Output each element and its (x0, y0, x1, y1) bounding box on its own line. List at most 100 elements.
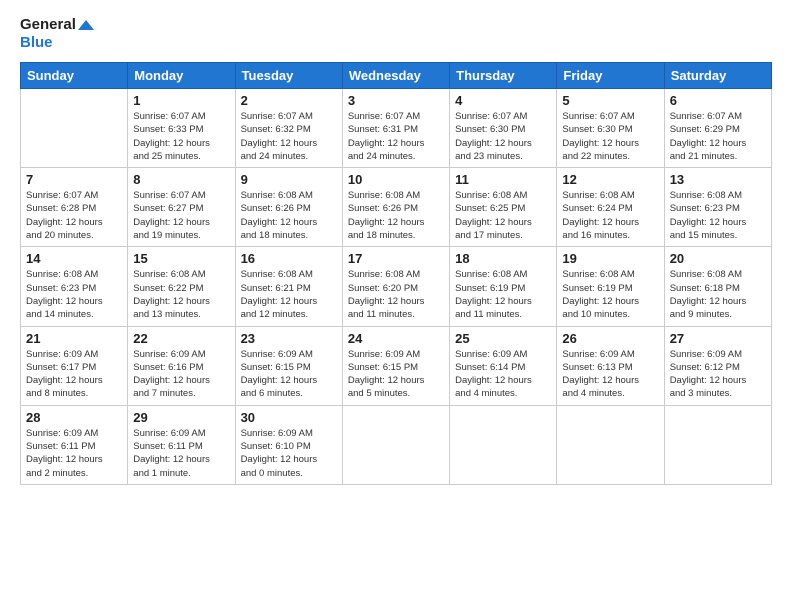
calendar-cell: 1 Sunrise: 6:07 AM Sunset: 6:33 PM Daylig… (128, 89, 235, 168)
day-info: Sunrise: 6:09 AM Sunset: 6:10 PM Dayligh… (241, 427, 337, 480)
calendar-cell: 18 Sunrise: 6:08 AM Sunset: 6:19 PM Dayli… (450, 247, 557, 326)
calendar-cell: 6 Sunrise: 6:07 AM Sunset: 6:29 PM Daylig… (664, 89, 771, 168)
day-number: 3 (348, 93, 444, 108)
day-info: Sunrise: 6:07 AM Sunset: 6:27 PM Dayligh… (133, 189, 229, 242)
calendar-cell (557, 405, 664, 484)
calendar-cell: 5 Sunrise: 6:07 AM Sunset: 6:30 PM Daylig… (557, 89, 664, 168)
day-number: 14 (26, 251, 122, 266)
calendar-cell: 29Sunrise: 6:09 AM Sunset: 6:11 PM Dayli… (128, 405, 235, 484)
calendar-day-header: Tuesday (235, 63, 342, 89)
day-info: Sunrise: 6:08 AM Sunset: 6:25 PM Dayligh… (455, 189, 551, 242)
day-number: 1 (133, 93, 229, 108)
day-info: Sunrise: 6:08 AM Sunset: 6:18 PM Dayligh… (670, 268, 766, 321)
day-number: 9 (241, 172, 337, 187)
day-number: 10 (348, 172, 444, 187)
day-info: Sunrise: 6:07 AM Sunset: 6:28 PM Dayligh… (26, 189, 122, 242)
calendar-week-row: 1 Sunrise: 6:07 AM Sunset: 6:33 PM Daylig… (21, 89, 772, 168)
day-number: 19 (562, 251, 658, 266)
day-info: Sunrise: 6:08 AM Sunset: 6:26 PM Dayligh… (348, 189, 444, 242)
day-number: 18 (455, 251, 551, 266)
calendar-week-row: 21 Sunrise: 6:09 AM Sunset: 6:17 PM Dayli… (21, 326, 772, 405)
day-info: Sunrise: 6:09 AM Sunset: 6:11 PM Dayligh… (26, 427, 122, 480)
day-number: 30 (241, 410, 337, 425)
calendar-cell: 17 Sunrise: 6:08 AM Sunset: 6:20 PM Dayli… (342, 247, 449, 326)
day-number: 26 (562, 331, 658, 346)
calendar-cell: 12 Sunrise: 6:08 AM Sunset: 6:24 PM Dayli… (557, 168, 664, 247)
day-info: Sunrise: 6:08 AM Sunset: 6:20 PM Dayligh… (348, 268, 444, 321)
calendar-week-row: 14 Sunrise: 6:08 AM Sunset: 6:23 PM Dayli… (21, 247, 772, 326)
day-info: Sunrise: 6:08 AM Sunset: 6:22 PM Dayligh… (133, 268, 229, 321)
day-number: 23 (241, 331, 337, 346)
day-number: 4 (455, 93, 551, 108)
day-number: 8 (133, 172, 229, 187)
calendar-day-header: Saturday (664, 63, 771, 89)
calendar-cell: 14 Sunrise: 6:08 AM Sunset: 6:23 PM Dayli… (21, 247, 128, 326)
day-number: 27 (670, 331, 766, 346)
day-number: 15 (133, 251, 229, 266)
day-info: Sunrise: 6:09 AM Sunset: 6:17 PM Dayligh… (26, 348, 122, 401)
day-number: 6 (670, 93, 766, 108)
day-info: Sunrise: 6:09 AM Sunset: 6:12 PM Dayligh… (670, 348, 766, 401)
calendar-table: SundayMondayTuesdayWednesdayThursdayFrid… (20, 62, 772, 485)
calendar-day-header: Monday (128, 63, 235, 89)
calendar-cell: 28 Sunrise: 6:09 AM Sunset: 6:11 PM Dayli… (21, 405, 128, 484)
calendar-cell: 8 Sunrise: 6:07 AM Sunset: 6:27 PM Daylig… (128, 168, 235, 247)
day-info: Sunrise: 6:08 AM Sunset: 6:19 PM Dayligh… (455, 268, 551, 321)
calendar-cell: 10 Sunrise: 6:08 AM Sunset: 6:26 PM Dayli… (342, 168, 449, 247)
logo: General Blue (20, 16, 94, 52)
calendar-cell: 30 Sunrise: 6:09 AM Sunset: 6:10 PM Dayli… (235, 405, 342, 484)
calendar-cell: 13 Sunrise: 6:08 AM Sunset: 6:23 PM Dayli… (664, 168, 771, 247)
day-number: 7 (26, 172, 122, 187)
day-info: Sunrise: 6:07 AM Sunset: 6:29 PM Dayligh… (670, 110, 766, 163)
calendar-cell (664, 405, 771, 484)
day-number: 16 (241, 251, 337, 266)
day-number: 13 (670, 172, 766, 187)
calendar-cell: 7 Sunrise: 6:07 AM Sunset: 6:28 PM Daylig… (21, 168, 128, 247)
calendar-cell: 11Sunrise: 6:08 AM Sunset: 6:25 PM Dayli… (450, 168, 557, 247)
calendar-cell: 9 Sunrise: 6:08 AM Sunset: 6:26 PM Daylig… (235, 168, 342, 247)
day-info: Sunrise: 6:09 AM Sunset: 6:16 PM Dayligh… (133, 348, 229, 401)
day-info: Sunrise: 6:07 AM Sunset: 6:30 PM Dayligh… (562, 110, 658, 163)
calendar-cell: 15 Sunrise: 6:08 AM Sunset: 6:22 PM Dayli… (128, 247, 235, 326)
day-number: 22 (133, 331, 229, 346)
day-info: Sunrise: 6:07 AM Sunset: 6:33 PM Dayligh… (133, 110, 229, 163)
calendar-day-header: Thursday (450, 63, 557, 89)
day-number: 17 (348, 251, 444, 266)
day-number: 29 (133, 410, 229, 425)
calendar-cell (450, 405, 557, 484)
calendar-cell: 25Sunrise: 6:09 AM Sunset: 6:14 PM Dayli… (450, 326, 557, 405)
day-info: Sunrise: 6:07 AM Sunset: 6:32 PM Dayligh… (241, 110, 337, 163)
calendar-day-header: Friday (557, 63, 664, 89)
calendar-cell (21, 89, 128, 168)
day-number: 12 (562, 172, 658, 187)
page-header: General Blue (20, 16, 772, 52)
day-number: 24 (348, 331, 444, 346)
calendar-week-row: 28 Sunrise: 6:09 AM Sunset: 6:11 PM Dayli… (21, 405, 772, 484)
day-info: Sunrise: 6:08 AM Sunset: 6:26 PM Dayligh… (241, 189, 337, 242)
day-info: Sunrise: 6:08 AM Sunset: 6:19 PM Dayligh… (562, 268, 658, 321)
calendar-cell: 24 Sunrise: 6:09 AM Sunset: 6:15 PM Dayli… (342, 326, 449, 405)
day-info: Sunrise: 6:09 AM Sunset: 6:15 PM Dayligh… (241, 348, 337, 401)
calendar-cell: 21 Sunrise: 6:09 AM Sunset: 6:17 PM Dayli… (21, 326, 128, 405)
day-number: 21 (26, 331, 122, 346)
calendar-cell: 23 Sunrise: 6:09 AM Sunset: 6:15 PM Dayli… (235, 326, 342, 405)
day-info: Sunrise: 6:09 AM Sunset: 6:13 PM Dayligh… (562, 348, 658, 401)
calendar-cell: 16 Sunrise: 6:08 AM Sunset: 6:21 PM Dayli… (235, 247, 342, 326)
day-number: 2 (241, 93, 337, 108)
day-info: Sunrise: 6:09 AM Sunset: 6:15 PM Dayligh… (348, 348, 444, 401)
day-info: Sunrise: 6:08 AM Sunset: 6:23 PM Dayligh… (26, 268, 122, 321)
day-number: 28 (26, 410, 122, 425)
calendar-cell: 22 Sunrise: 6:09 AM Sunset: 6:16 PM Dayli… (128, 326, 235, 405)
day-info: Sunrise: 6:07 AM Sunset: 6:31 PM Dayligh… (348, 110, 444, 163)
day-number: 5 (562, 93, 658, 108)
day-info: Sunrise: 6:08 AM Sunset: 6:21 PM Dayligh… (241, 268, 337, 321)
day-info: Sunrise: 6:08 AM Sunset: 6:23 PM Dayligh… (670, 189, 766, 242)
calendar-cell: 3 Sunrise: 6:07 AM Sunset: 6:31 PM Daylig… (342, 89, 449, 168)
calendar-cell: 4Sunrise: 6:07 AM Sunset: 6:30 PM Daylig… (450, 89, 557, 168)
day-info: Sunrise: 6:08 AM Sunset: 6:24 PM Dayligh… (562, 189, 658, 242)
calendar-cell: 19 Sunrise: 6:08 AM Sunset: 6:19 PM Dayli… (557, 247, 664, 326)
day-number: 25 (455, 331, 551, 346)
calendar-cell (342, 405, 449, 484)
calendar-day-header: Wednesday (342, 63, 449, 89)
calendar-header-row: SundayMondayTuesdayWednesdayThursdayFrid… (21, 63, 772, 89)
